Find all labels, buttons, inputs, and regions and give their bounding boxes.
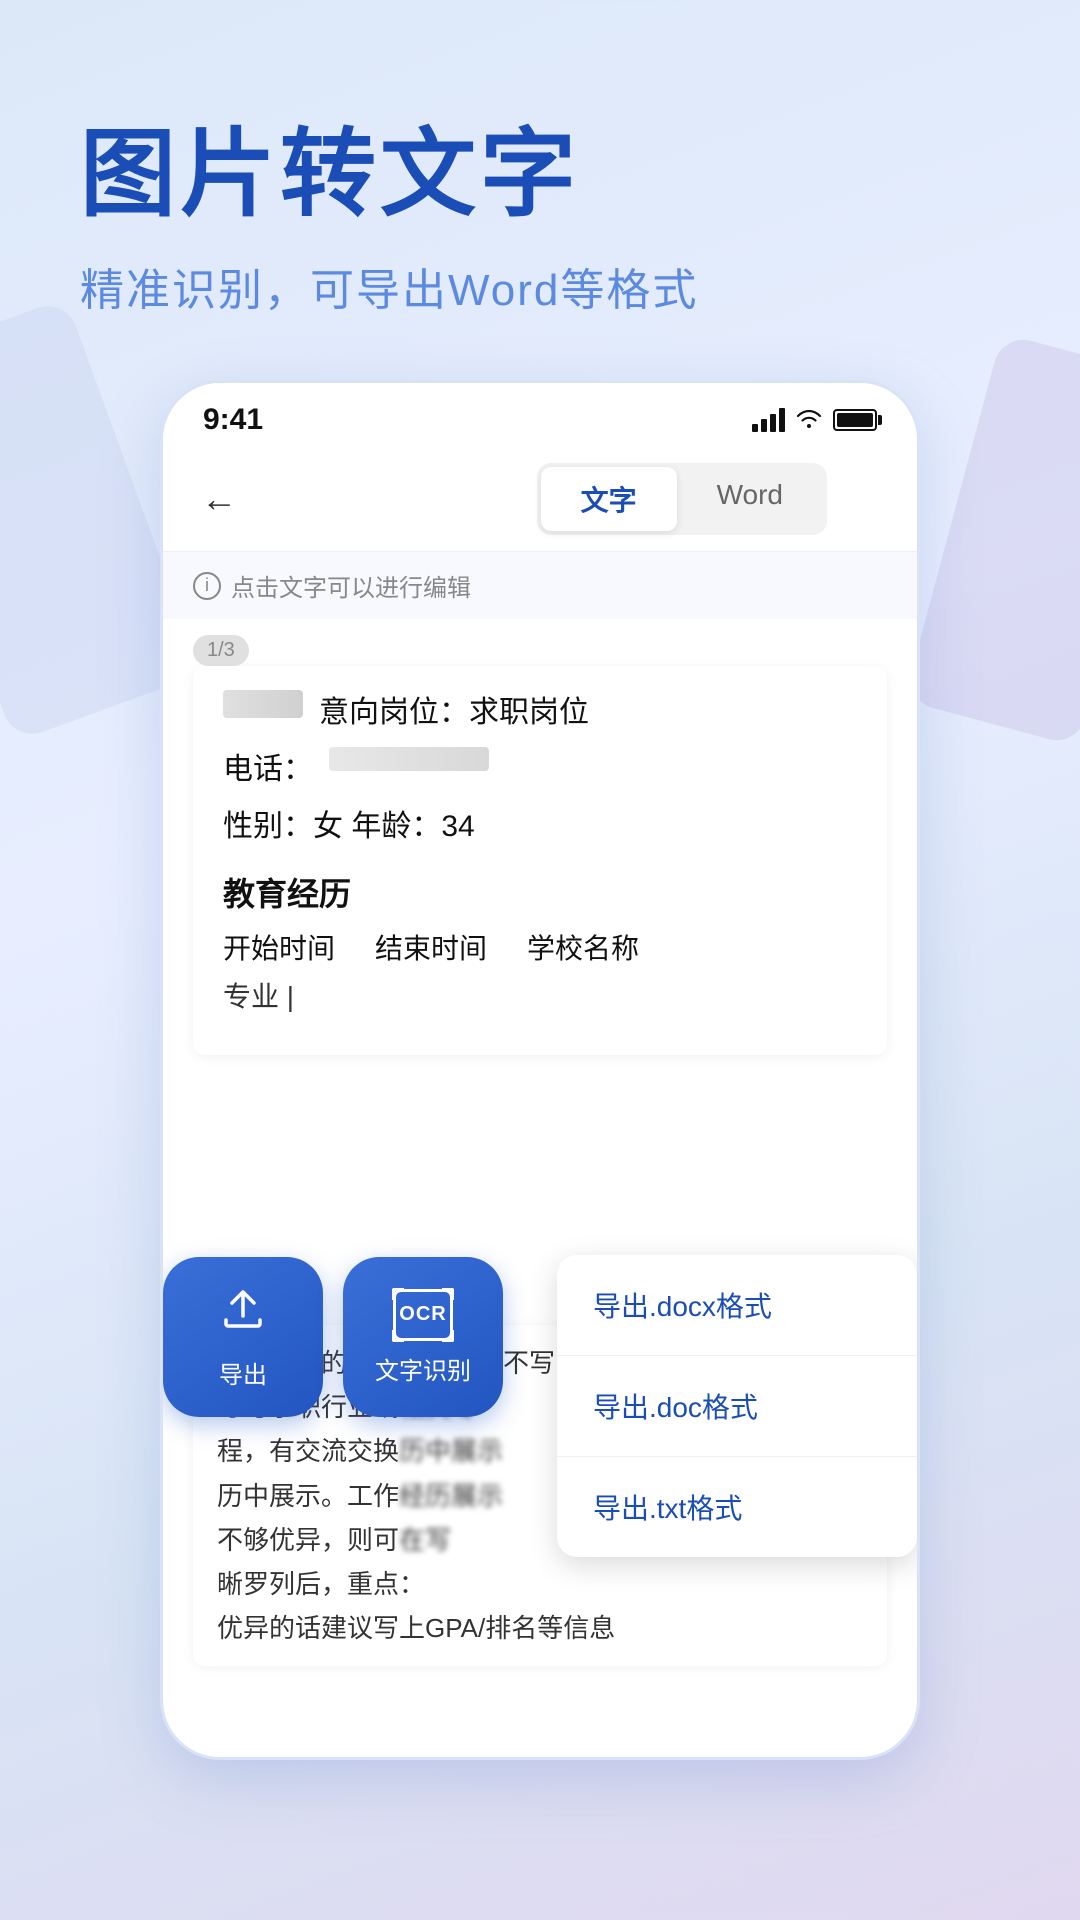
export-fab-label: 导出	[219, 1355, 267, 1390]
col-start-time: 开始时间	[223, 927, 335, 967]
blurred-phone	[329, 747, 489, 771]
hero-section: 图片转文字 精准识别，可导出Word等格式	[0, 0, 1080, 378]
wifi-icon	[795, 405, 823, 436]
edu-row: 专业 |	[223, 975, 857, 1015]
para-line-3: 程，有交流交换	[217, 1436, 399, 1466]
status-icons	[752, 405, 877, 436]
export-dropdown: 导出.docx格式 导出.doc格式 导出.txt格式	[557, 1255, 917, 1557]
ocr-fab-button[interactable]: OCR 文字识别	[343, 1257, 503, 1417]
blurred-text-4: 在写	[399, 1518, 451, 1562]
status-time: 9:41	[203, 403, 263, 437]
bg-decoration-right	[904, 333, 1080, 747]
para-line-7: 优异的话建议写上GPA/排名等信息	[217, 1613, 615, 1643]
para-line-4: 历中展示。工作	[217, 1481, 399, 1511]
export-docx-option[interactable]: 导出.docx格式	[557, 1255, 917, 1356]
tab-group: 文字 Word	[537, 463, 827, 535]
blurred-avatar	[223, 690, 303, 718]
tab-word[interactable]: Word	[677, 467, 823, 531]
col-end-time: 结束时间	[375, 927, 487, 967]
ocr-corner-bl	[392, 1330, 404, 1342]
content-row-3: 性别：女 年龄：34	[223, 804, 857, 849]
upload-icon	[218, 1284, 268, 1345]
export-fab-button[interactable]: 导出	[163, 1257, 323, 1417]
hero-subtitle: 精准识别，可导出Word等格式	[80, 254, 1000, 318]
ocr-corner-tr	[442, 1288, 454, 1300]
hero-title: 图片转文字	[80, 120, 1000, 230]
info-icon: i	[193, 572, 221, 600]
export-txt-option[interactable]: 导出.txt格式	[557, 1457, 917, 1557]
export-doc-option[interactable]: 导出.doc格式	[557, 1356, 917, 1457]
back-button[interactable]: ←	[193, 470, 245, 528]
intent-position-text[interactable]: 意向岗位：求职岗位	[319, 690, 589, 735]
ocr-text: OCR	[399, 1303, 446, 1326]
content-row-1: 意向岗位：求职岗位	[223, 690, 857, 735]
status-bar: 9:41	[163, 383, 917, 447]
gender-age-text[interactable]: 性别：女 年龄：34	[223, 804, 475, 849]
ocr-corner-tl	[392, 1288, 404, 1300]
app-header: ← 文字 Word	[163, 447, 917, 552]
para-line-6: 晰罗列后，重点：	[217, 1569, 425, 1599]
major-label: 专业 |	[223, 981, 294, 1012]
phone-label: 电话：	[223, 747, 313, 792]
content-row-2: 电话：	[223, 747, 857, 792]
blurred-text-3: 经历展示	[399, 1474, 503, 1518]
ocr-fab-label: 文字识别	[375, 1351, 471, 1386]
blurred-text-2: 历中展示	[399, 1429, 503, 1473]
battery-icon	[833, 409, 877, 431]
tab-text[interactable]: 文字	[541, 467, 677, 531]
content-area: 意向岗位：求职岗位 电话： 性别：女 年龄：34 教育经历 开始时间 结束时间 …	[193, 666, 887, 1055]
phone-mockup: 9:41 ← 文字 Word	[160, 380, 920, 1760]
fab-container: 导出 OCR 文字识别	[163, 1257, 503, 1417]
hint-text: 点击文字可以进行编辑	[231, 568, 471, 603]
para-line-5: 不够优异，则可	[217, 1525, 399, 1555]
ocr-icon: OCR	[393, 1289, 453, 1341]
page-indicator: 1/3	[193, 635, 249, 666]
hint-bar: i 点击文字可以进行编辑	[163, 552, 917, 619]
signal-bars-icon	[752, 408, 785, 432]
education-section-title: 教育经历	[223, 869, 857, 915]
col-school: 学校名称	[527, 927, 639, 967]
ocr-corner-br	[442, 1330, 454, 1342]
edu-table-header: 开始时间 结束时间 学校名称	[223, 927, 857, 967]
